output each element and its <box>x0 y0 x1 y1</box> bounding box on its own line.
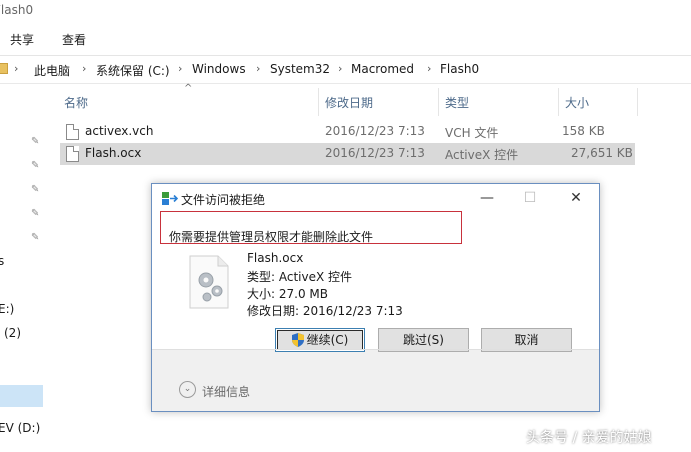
more-details-link[interactable]: 详细信息 <box>202 383 250 400</box>
chevron-right-icon[interactable]: › <box>82 62 86 75</box>
minimize-button[interactable]: — <box>476 188 498 208</box>
file-name: Flash.ocx <box>85 146 142 160</box>
dialog-file-name: Flash.ocx <box>247 251 304 265</box>
chevron-right-icon[interactable]: › <box>14 62 18 75</box>
nav-item-drive-e[interactable]: E:) <box>0 302 14 316</box>
dialog-file-modified: 修改日期: 2016/12/23 7:13 <box>247 304 403 318</box>
chevron-right-icon[interactable]: › <box>338 62 342 75</box>
continue-button-label: 继续(C) <box>306 333 349 347</box>
file-size: 27,651 KB <box>571 146 633 160</box>
sort-ascending-icon: ^ <box>184 83 193 94</box>
dialog-title: 文件访问被拒绝 <box>181 193 266 207</box>
breadcrumb: › 此电脑 › 系统保留 (C:) › Windows › System32 ›… <box>0 56 691 84</box>
tab-share[interactable]: 共享 <box>10 31 34 48</box>
breadcrumb-system-drive[interactable]: 系统保留 (C:) <box>96 62 170 79</box>
nav-item-selected[interactable] <box>0 385 43 407</box>
nav-item-drive[interactable]: (2) <box>4 326 21 340</box>
file-modified: 2016/12/23 7:13 <box>325 146 425 160</box>
column-header-name[interactable]: 名称 <box>64 94 88 111</box>
nav-item-label[interactable]: s <box>0 254 4 268</box>
file-row-selected[interactable]: Flash.ocx 2016/12/23 7:13 ActiveX 控件 27,… <box>60 143 635 165</box>
window-title: Flash0 <box>0 3 34 17</box>
tab-view[interactable]: 查看 <box>62 31 86 48</box>
pin-icon: ✎ <box>31 160 40 171</box>
chevron-right-icon[interactable]: › <box>427 62 431 75</box>
window-title-bar: Flash0 <box>0 0 691 22</box>
dialog-app-icon <box>162 192 178 205</box>
shield-icon <box>291 333 304 347</box>
maximize-button[interactable]: ☐ <box>519 188 541 208</box>
dialog-file-size: 大小: 27.0 MB <box>247 287 328 301</box>
chevron-down-icon[interactable]: ⌄ <box>179 381 196 398</box>
column-header-size[interactable]: 大小 <box>565 94 589 111</box>
column-divider[interactable] <box>637 88 638 116</box>
pin-icon: ✎ <box>31 208 40 219</box>
breadcrumb-flash0[interactable]: Flash0 <box>440 62 479 76</box>
breadcrumb-windows[interactable]: Windows <box>192 62 246 76</box>
dialog-titlebar[interactable]: 文件访问被拒绝 — ☐ ✕ <box>152 184 599 213</box>
dialog-message: 你需要提供管理员权限才能删除此文件 <box>169 230 374 244</box>
nav-item-drive-d[interactable]: EV (D:) <box>0 421 40 435</box>
file-modified: 2016/12/23 7:13 <box>325 124 425 138</box>
column-divider[interactable] <box>318 88 319 116</box>
file-type: VCH 文件 <box>445 126 499 140</box>
folder-icon <box>0 63 8 74</box>
pin-icon: ✎ <box>31 136 40 147</box>
file-size: 158 KB <box>562 124 605 138</box>
breadcrumb-system32[interactable]: System32 <box>270 62 330 76</box>
file-access-denied-dialog: 文件访问被拒绝 — ☐ ✕ 你需要提供管理员权限才能删除此文件 Flash.oc… <box>151 183 600 412</box>
dialog-divider <box>152 349 599 350</box>
dialog-file-type: 类型: ActiveX 控件 <box>247 270 353 284</box>
close-button[interactable]: ✕ <box>565 188 587 208</box>
pin-icon: ✎ <box>31 232 40 243</box>
breadcrumb-macromed[interactable]: Macromed <box>351 62 414 76</box>
gears-icon <box>189 255 229 309</box>
ocx-file-icon <box>66 146 79 162</box>
pin-icon: ✎ <box>31 184 40 195</box>
column-header-modified[interactable]: 修改日期 <box>325 94 373 111</box>
column-divider[interactable] <box>558 88 559 116</box>
chevron-right-icon[interactable]: › <box>256 62 260 75</box>
file-icon <box>66 124 79 140</box>
file-row[interactable]: activex.vch 2016/12/23 7:13 VCH 文件 158 K… <box>60 121 635 143</box>
column-header-type[interactable]: 类型 <box>445 94 469 111</box>
watermark: 头条号 / 亲爱的姑娘 <box>526 430 652 446</box>
file-name: activex.vch <box>85 124 154 138</box>
chevron-right-icon[interactable]: › <box>178 62 182 75</box>
breadcrumb-this-pc[interactable]: 此电脑 <box>34 62 70 79</box>
file-type: ActiveX 控件 <box>445 148 519 162</box>
ribbon: 共享 查看 <box>0 22 691 56</box>
column-divider[interactable] <box>438 88 439 116</box>
